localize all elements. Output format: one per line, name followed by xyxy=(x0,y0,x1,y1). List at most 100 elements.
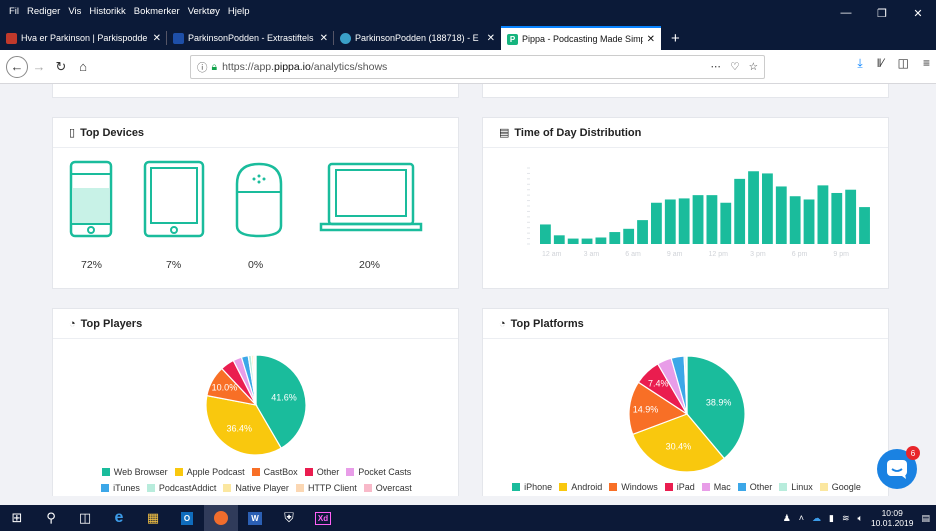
legend-item[interactable]: Linux xyxy=(779,482,813,492)
menu-item[interactable]: Historikk xyxy=(89,6,125,17)
menu-item[interactable]: Bokmerker xyxy=(134,6,180,17)
close-tab-icon[interactable]: ✕ xyxy=(320,33,328,44)
page-scrollbar[interactable] xyxy=(929,84,936,496)
bar-chart-icon: ▤ xyxy=(499,127,510,139)
back-button[interactable]: ← xyxy=(6,55,28,78)
legend-item[interactable]: Google xyxy=(819,482,861,492)
legend-item[interactable]: Web Browser xyxy=(101,467,168,477)
bar[interactable] xyxy=(748,171,759,244)
close-icon[interactable]: ✕ xyxy=(900,0,936,26)
bar[interactable] xyxy=(734,178,746,244)
slice-label: 30.4% xyxy=(666,442,692,452)
adobe-xd-icon[interactable]: Xd xyxy=(306,505,340,531)
bar[interactable] xyxy=(831,192,843,244)
hamburger-menu-icon[interactable]: ≡ xyxy=(923,56,930,71)
search-icon[interactable]: ⚲ xyxy=(34,505,68,531)
close-tab-icon[interactable]: ✕ xyxy=(487,33,495,44)
onedrive-icon[interactable]: ☁ xyxy=(812,513,821,524)
battery-icon[interactable]: ▮ xyxy=(829,513,834,524)
pocket-icon[interactable]: ♡ xyxy=(730,61,739,73)
tray-chevron-icon[interactable]: ˄ xyxy=(799,513,804,523)
legend-item[interactable]: CastBox xyxy=(251,467,298,477)
bar[interactable] xyxy=(637,220,648,244)
smart-speaker-icon xyxy=(235,162,283,238)
bar[interactable] xyxy=(789,196,801,244)
tab-parkinson[interactable]: Hva er Parkinson | Parkispodde ✕ xyxy=(0,26,167,50)
tablet-percent: 7% xyxy=(166,259,182,271)
bar[interactable] xyxy=(595,237,607,244)
page-actions-icon[interactable]: ⋯ xyxy=(711,61,722,73)
volume-icon[interactable]: 🔈︎ xyxy=(858,513,863,524)
legend-item[interactable]: Overcast xyxy=(363,483,412,493)
tab-parkinsonpodden-id[interactable]: ParkinsonPodden (188718) - E ✕ xyxy=(334,26,501,50)
forward-button[interactable]: → xyxy=(28,56,50,78)
bar[interactable] xyxy=(567,238,579,244)
card-header: ▯ Top Devices xyxy=(53,118,458,148)
legend-item[interactable]: Native Player xyxy=(223,483,289,493)
legend-item[interactable]: Apple Podcast xyxy=(174,467,245,477)
bar[interactable] xyxy=(706,195,718,244)
bar[interactable] xyxy=(553,235,565,244)
bar[interactable] xyxy=(609,232,621,244)
bar[interactable] xyxy=(775,186,787,244)
bar[interactable] xyxy=(845,189,857,244)
bar[interactable] xyxy=(817,185,829,244)
legend-item[interactable]: iPhone xyxy=(512,482,552,492)
menu-item[interactable]: Rediger xyxy=(27,6,60,17)
menu-item[interactable]: Verktøy xyxy=(188,6,220,17)
library-icon[interactable]: ‖⁄ xyxy=(877,56,884,71)
new-tab-button[interactable]: + xyxy=(661,26,690,50)
clock[interactable]: 10:09 10.01.2019 xyxy=(871,508,914,528)
word-icon[interactable]: W xyxy=(238,505,272,531)
bookmark-star-icon[interactable]: ☆ xyxy=(749,61,758,73)
legend-item[interactable]: iPad xyxy=(664,482,695,492)
defender-icon[interactable]: ⛨ xyxy=(272,505,306,531)
firefox-icon[interactable] xyxy=(204,505,238,531)
legend-item[interactable]: Other xyxy=(304,467,339,477)
edge-icon[interactable]: e xyxy=(102,505,136,531)
sidebar-icon[interactable]: ◫ xyxy=(898,56,909,71)
lock-icon: 🔒︎ xyxy=(211,60,218,73)
legend-item[interactable]: Other xyxy=(737,482,772,492)
legend-item[interactable]: iTunes xyxy=(101,483,140,493)
legend-item[interactable]: Mac xyxy=(701,482,731,492)
url-bar[interactable]: ⓘ 🔒︎ https://app. pippa.io/analytics/show… xyxy=(190,55,765,79)
legend-item[interactable]: PodcastAddict xyxy=(146,483,216,493)
bar[interactable] xyxy=(540,224,551,244)
bar[interactable] xyxy=(692,195,704,244)
bar[interactable] xyxy=(859,207,870,244)
bar[interactable] xyxy=(623,228,635,244)
bar[interactable] xyxy=(762,173,773,244)
people-icon[interactable]: ♟ xyxy=(783,513,791,524)
bar[interactable] xyxy=(803,199,815,244)
tab-parkinsonpodden-extra[interactable]: ParkinsonPodden - Extrastiftels ✕ xyxy=(167,26,334,50)
file-explorer-icon[interactable]: ▦ xyxy=(136,505,170,531)
windows-start-icon[interactable]: ⊞ xyxy=(0,505,34,531)
info-icon[interactable]: ⓘ xyxy=(197,60,208,75)
minimize-icon[interactable]: — xyxy=(828,0,864,26)
legend-item[interactable]: HTTP Client xyxy=(295,483,357,493)
tab-pippa[interactable]: P Pippa - Podcasting Made Simpl ✕ xyxy=(501,26,661,50)
reload-button[interactable]: ↻ xyxy=(50,56,72,78)
close-tab-icon[interactable]: ✕ xyxy=(647,34,655,45)
menu-item[interactable]: Fil xyxy=(9,6,19,17)
bar[interactable] xyxy=(678,198,690,244)
legend-item[interactable]: Pocket Casts xyxy=(346,467,411,477)
bar[interactable] xyxy=(581,238,593,244)
task-view-icon[interactable]: ◫ xyxy=(68,505,102,531)
restore-icon[interactable]: ❐ xyxy=(864,0,900,26)
outlook-icon[interactable]: O xyxy=(170,505,204,531)
favicon-icon xyxy=(173,32,184,44)
home-button[interactable]: ⌂ xyxy=(72,56,94,78)
download-icon[interactable]: ⤓ xyxy=(857,56,862,71)
bar[interactable] xyxy=(664,199,676,244)
bar[interactable] xyxy=(720,202,732,244)
menu-item[interactable]: Vis xyxy=(68,6,81,17)
bar[interactable] xyxy=(651,202,662,244)
notifications-icon[interactable]: ▤ xyxy=(921,513,930,524)
menu-item[interactable]: Hjelp xyxy=(228,6,250,17)
wifi-icon[interactable]: ≋ xyxy=(842,513,850,524)
legend-item[interactable]: Android xyxy=(559,482,602,492)
legend-item[interactable]: Windows xyxy=(609,482,658,492)
close-tab-icon[interactable]: ✕ xyxy=(153,33,161,44)
